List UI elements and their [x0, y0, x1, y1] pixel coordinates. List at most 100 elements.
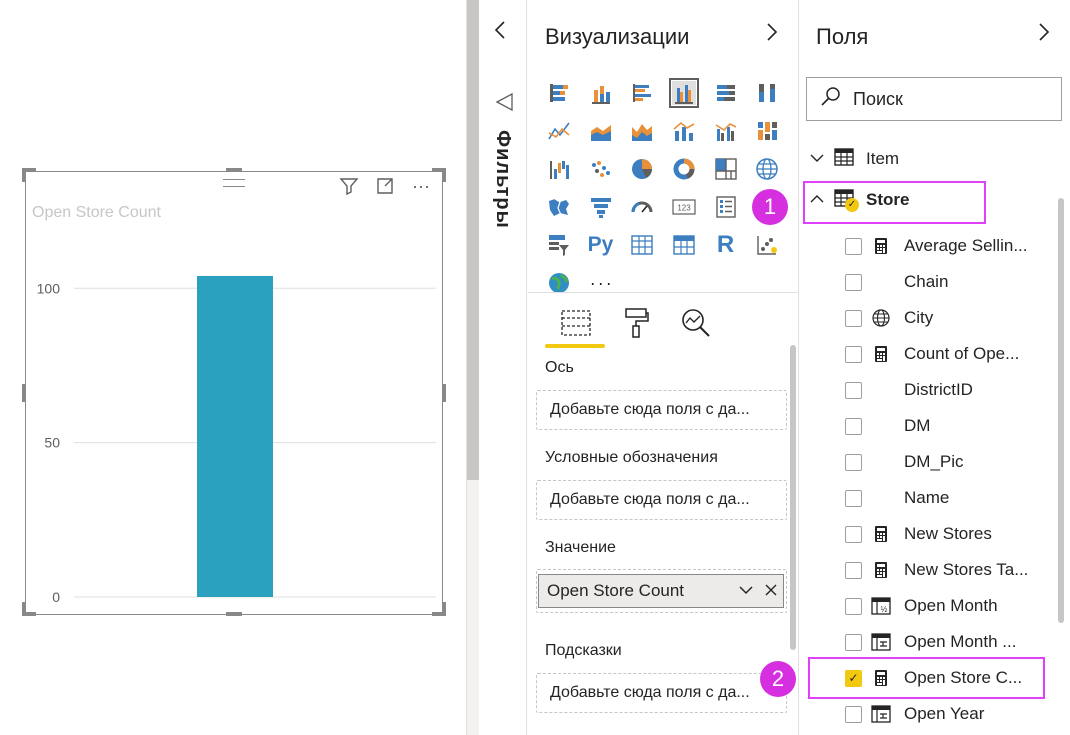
- more-visuals-icon[interactable]: ···: [581, 266, 624, 300]
- fields-scrollbar[interactable]: [1058, 198, 1064, 623]
- checkbox[interactable]: [845, 633, 862, 651]
- pane-divider: [528, 292, 799, 293]
- format-tab-icon[interactable]: [606, 300, 666, 346]
- checkbox[interactable]: [845, 417, 862, 435]
- chevron-right-icon[interactable]: [765, 22, 779, 48]
- chevron-down-icon[interactable]: [737, 581, 755, 604]
- funnel-icon[interactable]: [580, 190, 622, 224]
- field-row[interactable]: DistrictID: [845, 375, 973, 405]
- checkbox[interactable]: [845, 381, 862, 399]
- resize-handle-top-right-v[interactable]: [442, 168, 446, 182]
- field-row[interactable]: Name: [845, 483, 949, 513]
- resize-handle-right[interactable]: [442, 384, 446, 402]
- slicer-icon[interactable]: [538, 228, 580, 262]
- visual-type-gallery: 123 Py R ···: [538, 76, 788, 304]
- field-row[interactable]: Average Sellin...: [845, 231, 1027, 261]
- checkbox[interactable]: [845, 273, 862, 291]
- line-chart-icon[interactable]: [538, 114, 580, 148]
- remove-field-icon[interactable]: [763, 581, 779, 604]
- calculator-icon: [870, 344, 892, 364]
- canvas-scrollbar[interactable]: [467, 0, 479, 735]
- checkbox[interactable]: [845, 561, 862, 579]
- checkbox[interactable]: [845, 705, 862, 723]
- line-and-clustered-column-icon[interactable]: [705, 114, 747, 148]
- well-drop-tooltips[interactable]: Добавьте сюда поля с да...: [536, 673, 787, 713]
- field-row[interactable]: New Stores: [845, 519, 992, 549]
- r-visual-icon[interactable]: R: [705, 228, 747, 262]
- multi-row-card-icon[interactable]: [705, 190, 747, 224]
- field-row[interactable]: New Stores Ta...: [845, 555, 1028, 585]
- matrix-icon[interactable]: [663, 228, 705, 262]
- 100-stacked-column-chart-icon[interactable]: [746, 76, 788, 110]
- visualizations-scrollbar[interactable]: [790, 345, 796, 650]
- area-chart-icon[interactable]: [580, 114, 622, 148]
- resize-handle-bottom-right-v[interactable]: [442, 602, 446, 616]
- card-icon[interactable]: 123: [663, 190, 705, 224]
- checkbox[interactable]: [845, 237, 862, 255]
- search-field[interactable]: Поиск: [806, 77, 1062, 121]
- chevron-right-icon[interactable]: [1037, 22, 1051, 48]
- field-row[interactable]: Count of Ope...: [845, 339, 1019, 369]
- map-icon[interactable]: [746, 152, 788, 186]
- stacked-bar-chart-icon[interactable]: [538, 76, 580, 110]
- well-drop-legend[interactable]: Добавьте сюда поля с да...: [536, 480, 787, 520]
- filters-pane-collapsed[interactable]: Фильтры: [479, 0, 527, 735]
- resize-handle-bottom-left-v[interactable]: [22, 602, 26, 616]
- active-tab-indicator: [545, 344, 605, 348]
- analytics-tab-icon[interactable]: [666, 300, 726, 346]
- checkbox[interactable]: [845, 309, 862, 327]
- report-canvas[interactable]: ··· Open Store Count 0 50 100: [0, 0, 467, 735]
- checkbox[interactable]: [845, 597, 862, 615]
- column-chart-visual[interactable]: ··· Open Store Count 0 50 100: [25, 171, 443, 615]
- arcgis-map-icon[interactable]: [538, 266, 581, 300]
- checkbox[interactable]: [845, 453, 862, 471]
- field-row[interactable]: Open Month ...: [845, 627, 1016, 657]
- resize-handle-bottom[interactable]: [226, 612, 242, 616]
- clustered-column-chart-icon[interactable]: [663, 76, 705, 110]
- field-row[interactable]: City: [845, 303, 933, 333]
- python-visual-icon[interactable]: Py: [580, 228, 622, 262]
- filter-icon: [495, 92, 514, 117]
- field-row[interactable]: DM: [845, 411, 930, 441]
- well-drop-axis[interactable]: Добавьте сюда поля с да...: [536, 390, 787, 430]
- chevron-down-icon[interactable]: [804, 151, 830, 167]
- visualizations-pane: Визуализации 123 Py R ··· Ось Добавьте с…: [528, 0, 799, 735]
- field-row[interactable]: ½ Open Month: [845, 591, 998, 621]
- field-name: Open Month: [904, 596, 998, 615]
- fields-tab-icon[interactable]: [546, 300, 606, 346]
- filled-map-icon[interactable]: [538, 190, 580, 224]
- table-node-item[interactable]: Item: [799, 144, 899, 174]
- bar[interactable]: [197, 275, 273, 597]
- waterfall-chart-icon[interactable]: [538, 152, 580, 186]
- gauge-icon[interactable]: [621, 190, 663, 224]
- stacked-area-chart-icon[interactable]: [621, 114, 663, 148]
- chevron-left-icon[interactable]: [493, 20, 507, 46]
- canvas-scrollbar-thumb[interactable]: [467, 0, 479, 480]
- filters-label[interactable]: Фильтры: [491, 130, 514, 229]
- table-icon[interactable]: [621, 228, 663, 262]
- field-row[interactable]: Chain: [845, 267, 948, 297]
- pie-chart-icon[interactable]: [621, 152, 663, 186]
- checkbox[interactable]: [845, 345, 862, 363]
- stacked-column-chart-icon[interactable]: [580, 76, 622, 110]
- key-influencers-icon[interactable]: [746, 228, 788, 262]
- resize-handle-top[interactable]: [226, 168, 242, 172]
- scatter-chart-icon[interactable]: [580, 152, 622, 186]
- clustered-bar-chart-icon[interactable]: [621, 76, 663, 110]
- treemap-icon[interactable]: [705, 152, 747, 186]
- donut-chart-icon[interactable]: [663, 152, 705, 186]
- checkbox[interactable]: [845, 525, 862, 543]
- no-icon: [870, 416, 892, 436]
- ribbon-chart-icon[interactable]: [746, 114, 788, 148]
- field-name: Name: [904, 488, 950, 507]
- field-row[interactable]: Open Year: [845, 699, 984, 729]
- well-label-values: Значение: [545, 539, 616, 556]
- resize-handle-left[interactable]: [22, 384, 26, 402]
- resize-handle-top-left-v[interactable]: [22, 168, 26, 182]
- field-row[interactable]: DM_Pic: [845, 447, 964, 477]
- line-and-stacked-column-icon[interactable]: [663, 114, 705, 148]
- 100-stacked-bar-chart-icon[interactable]: [705, 76, 747, 110]
- checkbox[interactable]: [845, 489, 862, 507]
- well-label-legend: Условные обозначения: [545, 449, 718, 466]
- value-field-pill[interactable]: Open Store Count: [538, 574, 784, 608]
